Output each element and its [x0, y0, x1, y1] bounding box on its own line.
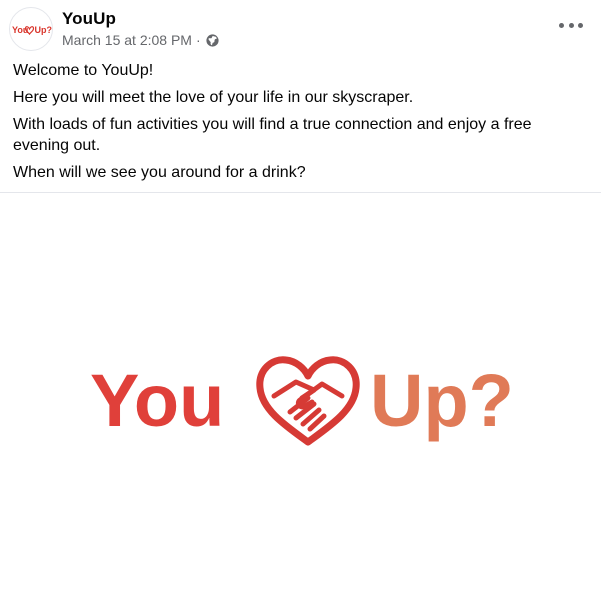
youup-logo: You Up?	[90, 356, 514, 446]
more-horizontal-icon-dot	[578, 22, 583, 28]
post-paragraph: With loads of fun activities you will fi…	[13, 116, 532, 154]
more-options-button[interactable]	[559, 18, 583, 32]
avatar[interactable]: You Up?	[9, 7, 53, 51]
post-paragraph: Here you will meet the love of your life…	[13, 89, 414, 106]
post-timestamp[interactable]: March 15 at 2:08 PM	[62, 32, 192, 48]
more-horizontal-icon-dot	[568, 22, 574, 28]
post-text: Welcome to YouUp! Here you will meet the…	[13, 60, 573, 189]
facebook-post: You Up? YouUp March 15 at 2:08 PM · Welc…	[0, 0, 601, 601]
avatar-logo-icon: You Up?	[12, 25, 53, 36]
post-author-name[interactable]: YouUp	[62, 9, 116, 29]
post-paragraph: Welcome to YouUp!	[13, 62, 154, 79]
heart-handshake-icon	[256, 356, 360, 446]
more-horizontal-icon-dot	[559, 22, 564, 28]
meta-separator: ·	[195, 32, 201, 48]
post-image[interactable]: You Up?	[0, 193, 601, 601]
logo-you-text: You	[90, 359, 224, 442]
svg-text:Up?: Up?	[35, 25, 53, 35]
globe-icon[interactable]	[206, 33, 219, 47]
logo-up-text: Up?	[370, 359, 514, 442]
post-paragraph: When will we see you around for a drink?	[13, 164, 306, 181]
post-header: You Up? YouUp March 15 at 2:08 PM ·	[0, 0, 601, 56]
post-meta: March 15 at 2:08 PM ·	[62, 32, 219, 48]
